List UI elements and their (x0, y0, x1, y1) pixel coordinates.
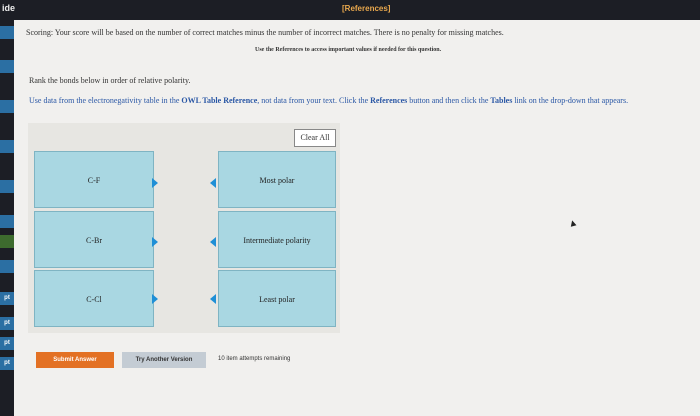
rank-slot-intermediate[interactable]: Intermediate polarity (218, 211, 336, 268)
sidebar: pt pt pt pt (0, 20, 14, 416)
right-connector-icon[interactable] (152, 178, 158, 188)
question-prompt: Rank the bonds below in order of relativ… (29, 76, 191, 85)
instruction-text: button and then click the (407, 96, 491, 105)
rank-slot-least-polar[interactable]: Least polar (218, 270, 336, 327)
try-another-version-button[interactable]: Try Another Version (122, 352, 206, 368)
left-connector-icon[interactable] (210, 178, 216, 188)
sidebar-tab[interactable] (0, 100, 14, 113)
bond-card-cbr[interactable]: C-Br (34, 211, 154, 268)
sidebar-tab[interactable] (0, 215, 14, 228)
side-label: ide (2, 3, 16, 13)
tables-mention: Tables (490, 96, 513, 105)
right-connector-icon[interactable] (152, 294, 158, 304)
bond-label: C-Br (86, 236, 102, 245)
instruction-text: Use data from the electronegativity tabl… (29, 96, 182, 105)
sidebar-tab[interactable]: pt (0, 337, 14, 350)
left-connector-icon[interactable] (210, 237, 216, 247)
bond-label: C-Cl (86, 295, 102, 304)
bond-card-cf[interactable]: C-F (34, 151, 154, 208)
sidebar-tab[interactable] (0, 180, 14, 193)
bond-card-ccl[interactable]: C-Cl (34, 270, 154, 327)
submit-answer-button[interactable]: Submit Answer (36, 352, 114, 368)
sidebar-tab[interactable] (0, 60, 14, 73)
instruction-text: , not data from your text. Click the (257, 96, 371, 105)
attempts-remaining: 10 item attempts remaining (218, 356, 291, 362)
references-link[interactable]: [References] (342, 4, 390, 13)
rank-label: Intermediate polarity (243, 236, 311, 245)
rank-label: Least polar (259, 295, 295, 304)
sidebar-tab[interactable]: pt (0, 357, 14, 370)
top-bar: ide [References] (0, 0, 700, 20)
sidebar-tab[interactable]: pt (0, 292, 14, 305)
scoring-text: Scoring: Your score will be based on the… (26, 28, 504, 37)
left-connector-icon[interactable] (210, 294, 216, 304)
sidebar-tab[interactable]: pt (0, 317, 14, 330)
mouse-cursor-icon: ▲ (566, 216, 580, 231)
use-references-note: Use the References to access important v… (255, 47, 442, 53)
sidebar-tab[interactable] (0, 26, 14, 39)
instructions: Use data from the electronegativity tabl… (29, 95, 684, 106)
sidebar-tab[interactable] (0, 260, 14, 273)
rank-slot-most-polar[interactable]: Most polar (218, 151, 336, 208)
clear-all-button[interactable]: Clear All (294, 129, 336, 147)
instruction-text: link on the drop-down that appears. (512, 96, 629, 105)
sidebar-tab[interactable] (0, 235, 14, 248)
bond-label: C-F (87, 176, 101, 185)
references-mention: References (370, 96, 408, 105)
owl-table-reference: OWL Table Reference (181, 96, 258, 105)
sidebar-tab[interactable] (0, 140, 14, 153)
right-connector-icon[interactable] (152, 237, 158, 247)
rank-label: Most polar (259, 176, 295, 185)
